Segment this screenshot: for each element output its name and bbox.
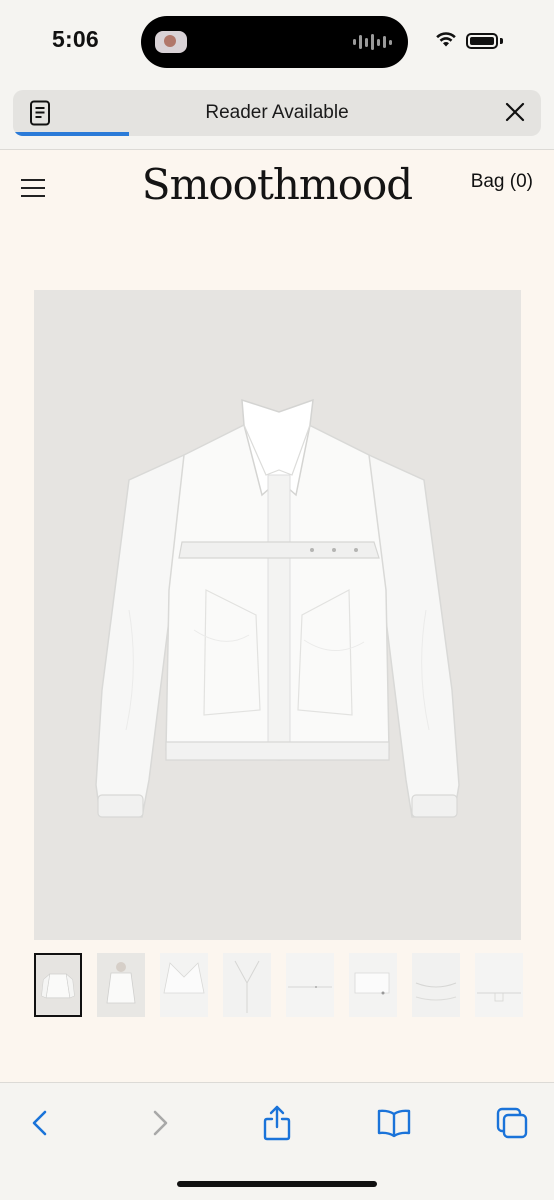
- jacket-image: [95, 398, 460, 818]
- thumbnail-2[interactable]: [97, 953, 145, 1017]
- now-playing-thumbnail: [155, 31, 187, 53]
- back-icon: [32, 1110, 47, 1136]
- site-header: Smoothmood Bag (0): [0, 150, 554, 230]
- product-main-image[interactable]: [34, 290, 521, 940]
- close-icon[interactable]: [503, 100, 527, 124]
- thumbnail-6[interactable]: [349, 953, 397, 1017]
- bookmarks-icon: [377, 1109, 411, 1138]
- share-icon: [263, 1105, 291, 1141]
- thumbnail-7[interactable]: [412, 953, 460, 1017]
- forward-button[interactable]: [138, 1103, 182, 1143]
- reader-available-label[interactable]: Reader Available: [13, 102, 541, 124]
- wifi-icon: [436, 32, 456, 47]
- bookmarks-button[interactable]: [372, 1103, 416, 1143]
- tabs-button[interactable]: [490, 1103, 534, 1143]
- back-button[interactable]: [18, 1103, 62, 1143]
- forward-icon: [153, 1110, 168, 1136]
- battery-nub: [500, 38, 503, 44]
- bag-link[interactable]: Bag (0): [471, 171, 533, 193]
- battery-icon: [466, 33, 498, 49]
- thumbnail-5[interactable]: [286, 953, 334, 1017]
- page-load-progress: [13, 132, 130, 136]
- share-button[interactable]: [255, 1103, 299, 1143]
- reader-available-bar[interactable]: Reader Available: [13, 90, 541, 136]
- dynamic-island[interactable]: [141, 16, 408, 68]
- home-indicator[interactable]: [177, 1181, 377, 1187]
- status-time: 5:06: [52, 26, 99, 52]
- product-thumbnails: [34, 953, 523, 1017]
- audio-wave-icon: [353, 33, 392, 51]
- address-bar-area: Reader Available: [0, 82, 554, 150]
- thumbnail-8[interactable]: [475, 953, 523, 1017]
- status-bar: 5:06: [0, 0, 554, 82]
- thumbnail-3[interactable]: [160, 953, 208, 1017]
- thumbnail-1[interactable]: [34, 953, 82, 1017]
- tabs-icon: [496, 1107, 528, 1139]
- thumbnail-4[interactable]: [223, 953, 271, 1017]
